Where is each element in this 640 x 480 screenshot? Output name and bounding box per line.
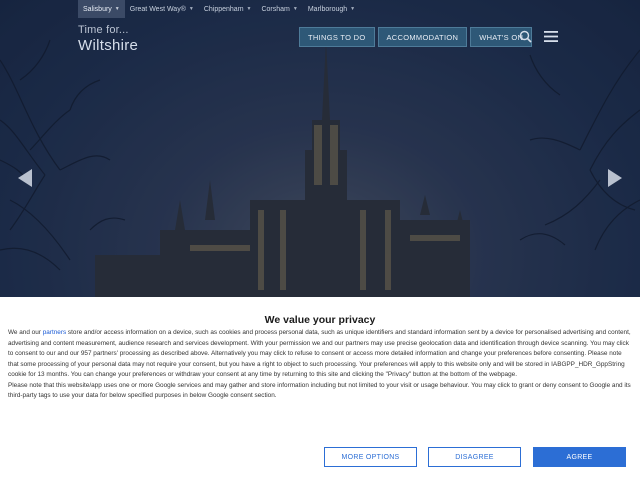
topnav-salisbury[interactable]: Salisbury ▼ bbox=[78, 0, 125, 18]
consent-title: We value your privacy bbox=[264, 314, 376, 326]
nav-things-to-do-button[interactable]: THINGS TO DO bbox=[299, 27, 375, 47]
logo-tagline: Time for... bbox=[78, 24, 129, 36]
consent-paragraph-1: We and our partners store and/or access … bbox=[8, 329, 631, 378]
chevron-down-icon: ▼ bbox=[114, 6, 120, 12]
consent-paragraph-2: Please note that this website/app uses o… bbox=[8, 381, 631, 400]
search-icon[interactable] bbox=[516, 27, 534, 45]
agree-button[interactable]: AGREE bbox=[533, 447, 626, 467]
disagree-button[interactable]: DISAGREE bbox=[428, 447, 521, 467]
topnav-great-west-way[interactable]: Great West Way® ▼ bbox=[125, 0, 199, 18]
privacy-consent-dialog: We value your privacy We and our partner… bbox=[0, 297, 640, 480]
partners-link[interactable]: partners bbox=[43, 329, 66, 336]
more-options-button[interactable]: MORE OPTIONS bbox=[324, 447, 417, 467]
site-top-nav: Salisbury ▼ Great West Way® ▼ Chippenham ▼ … bbox=[78, 0, 360, 18]
nav-accommodation-button[interactable]: ACCOMMODATION bbox=[377, 27, 468, 47]
topnav-corsham[interactable]: Corsham ▼ bbox=[256, 0, 302, 18]
topnav-chippenham[interactable]: Chippenham ▼ bbox=[199, 0, 257, 18]
site-logo[interactable]: Time for... Wiltshire bbox=[78, 24, 139, 54]
main-nav: THINGS TO DO ACCOMMODATION WHAT'S ON bbox=[299, 27, 533, 47]
arrow-right-icon[interactable] bbox=[605, 165, 625, 191]
chevron-down-icon: ▼ bbox=[246, 6, 252, 12]
topnav-marlborough[interactable]: Marlborough ▼ bbox=[303, 0, 360, 18]
hero-banner: Salisbury ▼ Great West Way® ▼ Chippenham ▼ … bbox=[0, 0, 640, 300]
hamburger-menu-icon[interactable] bbox=[542, 27, 560, 45]
chevron-down-icon: ▼ bbox=[292, 6, 298, 12]
logo-name: Wiltshire bbox=[78, 37, 139, 54]
consent-body: We and our partners store and/or access … bbox=[8, 328, 632, 402]
chevron-down-icon: ▼ bbox=[188, 6, 194, 12]
chevron-down-icon: ▼ bbox=[350, 6, 356, 12]
arrow-left-icon[interactable] bbox=[15, 165, 35, 191]
